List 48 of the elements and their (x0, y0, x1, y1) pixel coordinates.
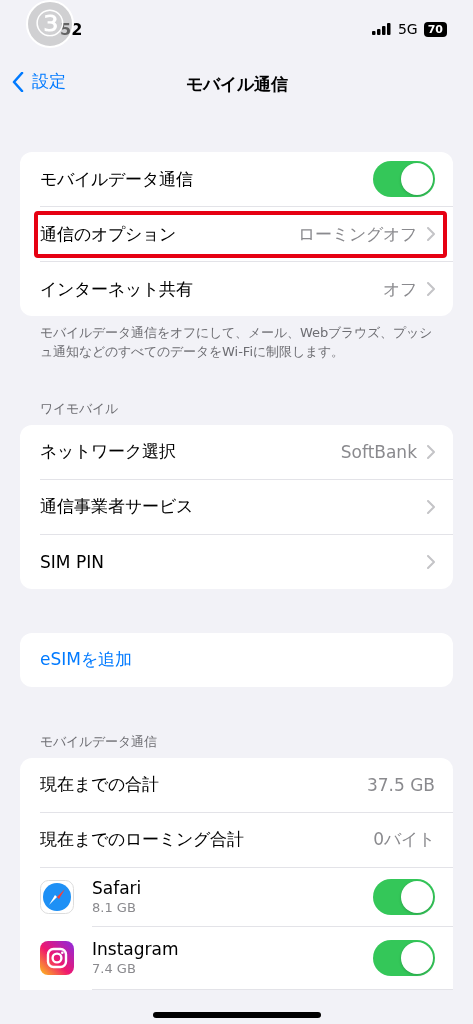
back-button[interactable]: 設定 (12, 70, 66, 93)
settings-row[interactable]: 現在までの合計 37.5 GB (20, 757, 453, 813)
row-detail: 8.1 GB (92, 900, 137, 916)
toggle-switch[interactable] (373, 878, 435, 915)
toggle-switch[interactable] (373, 161, 435, 197)
row-value: ローミングオフ (298, 222, 417, 246)
settings-row[interactable]: モバイルデータ通信 (20, 152, 453, 207)
row-label: 現在までの合計 (40, 773, 160, 797)
toggle-switch[interactable] (373, 939, 435, 976)
row-value: オフ (383, 277, 417, 301)
chevron-right-icon (427, 499, 435, 514)
row-label: Instagram (92, 939, 180, 960)
settings-row[interactable]: 現在までのローミング合計 0バイト (20, 812, 453, 868)
chevron-right-icon (427, 444, 435, 459)
row-value: SoftBank (340, 441, 417, 462)
row-value: 37.5 GB (366, 774, 435, 795)
settings-row[interactable]: 通信事業者サービス (20, 479, 453, 535)
settings-row[interactable]: eSIMを追加 (20, 632, 453, 687)
row-label: モバイルデータ通信 (40, 167, 194, 191)
section-header: モバイルデータ通信 (39, 732, 158, 751)
settings-row[interactable]: Instagram 7.4 GB (20, 926, 453, 990)
settings-row[interactable]: Safari 8.1 GB (20, 867, 453, 927)
chevron-right-icon (427, 282, 435, 296)
row-label: ネットワーク選択 (40, 440, 177, 464)
signal-icon (371, 23, 392, 35)
settings-row[interactable]: ネットワーク選択 SoftBank (20, 424, 453, 480)
settings-row[interactable]: SIM PIN (20, 534, 453, 589)
battery-level: 70 (423, 21, 447, 37)
row-label: eSIMを追加 (40, 648, 133, 672)
chevron-right-icon (427, 227, 435, 241)
row-detail: 7.4 GB (92, 961, 137, 977)
row-label: インターネット共有 (40, 277, 194, 301)
page-title: モバイル通信 (185, 72, 288, 96)
row-label: 通信事業者サービス (40, 495, 194, 519)
settings-row[interactable]: 通信のオプション ローミングオフ (20, 207, 453, 262)
row-label: 現在までのローミング合計 (40, 828, 245, 852)
compass-icon (40, 880, 74, 915)
chevron-right-icon (427, 554, 435, 569)
section-header: ワイモバイル (39, 399, 119, 418)
section-footer: モバイルデータ通信をオフにして、メール、Webブラウズ、プッシュ通知などのすべてのデータをWi-Fiに制限します。 (0, 316, 473, 362)
row-label: SIM PIN (40, 551, 105, 572)
camera-icon (40, 941, 74, 976)
row-value: 0バイト (373, 828, 435, 852)
row-label: 通信のオプション (40, 222, 177, 246)
network-type: 5G (397, 21, 418, 37)
settings-row[interactable]: インターネット共有 オフ (20, 262, 453, 316)
chevron-left-icon (12, 71, 24, 92)
row-label: Safari (92, 878, 143, 899)
